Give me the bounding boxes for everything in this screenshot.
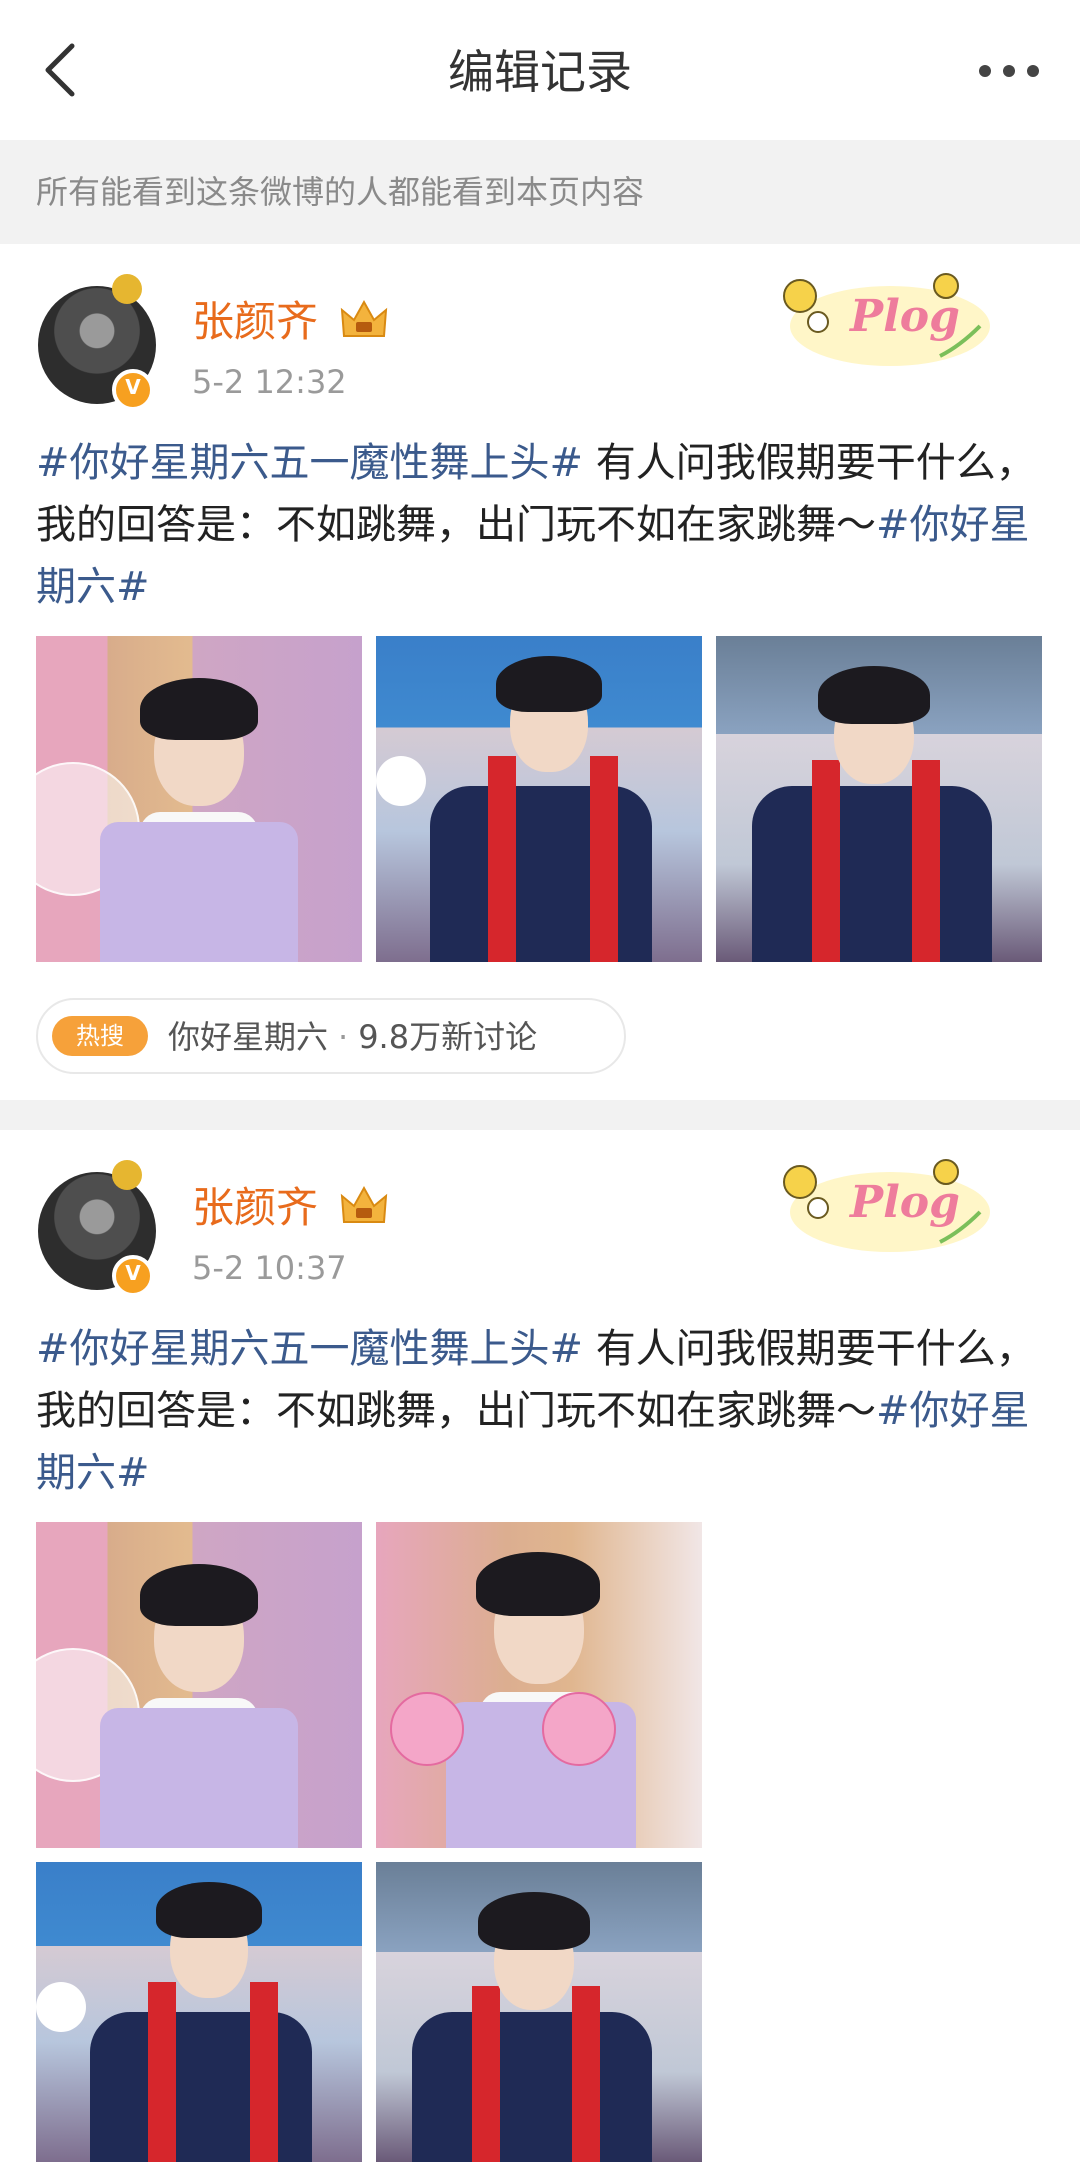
hot-topic: 你好星期六 [168, 1018, 329, 1056]
author-name[interactable]: 张颜齐 [192, 294, 318, 350]
post-image[interactable] [716, 636, 1042, 962]
post-image[interactable] [376, 636, 702, 962]
post-time: 5-2 12:32 [192, 363, 347, 401]
post-text: #你好星期六五一魔性舞上头# 有人问我假期要干什么，我的回答是：不如跳舞，出门玩… [36, 432, 1046, 618]
plog-sticker: Plog [783, 1159, 990, 1252]
avatar-pendant-icon [112, 1160, 142, 1190]
hot-search-chip[interactable]: 热搜 你好星期六 · 9.8万新讨论 [36, 998, 626, 1074]
author-name[interactable]: 张颜齐 [192, 1180, 318, 1236]
hashtag-link[interactable]: #你好星期六五一魔性舞上头# [36, 1326, 583, 1372]
hot-search-badge: 热搜 [52, 1016, 148, 1056]
crown-icon [340, 299, 388, 337]
post-image[interactable] [36, 636, 362, 962]
page-title: 编辑记录 [448, 45, 632, 99]
hot-count: 9.8万新讨论 [358, 1018, 538, 1056]
avatar-pendant-icon [112, 274, 142, 304]
post-image[interactable] [376, 1522, 702, 1848]
post-image[interactable] [36, 1862, 362, 2162]
crown-icon [340, 1185, 388, 1223]
plog-sticker: Plog [783, 273, 990, 366]
top-bar: 编辑记录 [0, 0, 1080, 140]
post-card: 张颜齐 5-2 10:37 Plog #你好星期六五一魔性舞上头# 有人问我假期… [0, 1130, 1080, 2162]
post-card: 张颜齐 5-2 12:32 Plog #你好星期六五一魔性舞上头# 有人问我假期… [0, 244, 1080, 1100]
more-dots-icon[interactable] [976, 56, 1042, 86]
post-image[interactable] [36, 1522, 362, 1848]
post-text: #你好星期六五一魔性舞上头# 有人问我假期要干什么，我的回答是：不如跳舞，出门玩… [36, 1318, 1046, 1504]
verified-v-icon [112, 1255, 154, 1297]
hot-search-text: 你好星期六 · 9.8万新讨论 [168, 1014, 537, 1060]
post-divider [0, 1100, 1080, 1130]
hot-separator: · [338, 1018, 349, 1056]
visibility-notice: 所有能看到这条微博的人都能看到本页内容 [0, 140, 1080, 244]
hashtag-link[interactable]: #你好星期六五一魔性舞上头# [36, 440, 583, 486]
post-image[interactable] [376, 1862, 702, 2162]
post-time: 5-2 10:37 [192, 1249, 347, 1287]
notice-text: 所有能看到这条微博的人都能看到本页内容 [36, 173, 645, 211]
verified-v-icon [112, 369, 154, 411]
